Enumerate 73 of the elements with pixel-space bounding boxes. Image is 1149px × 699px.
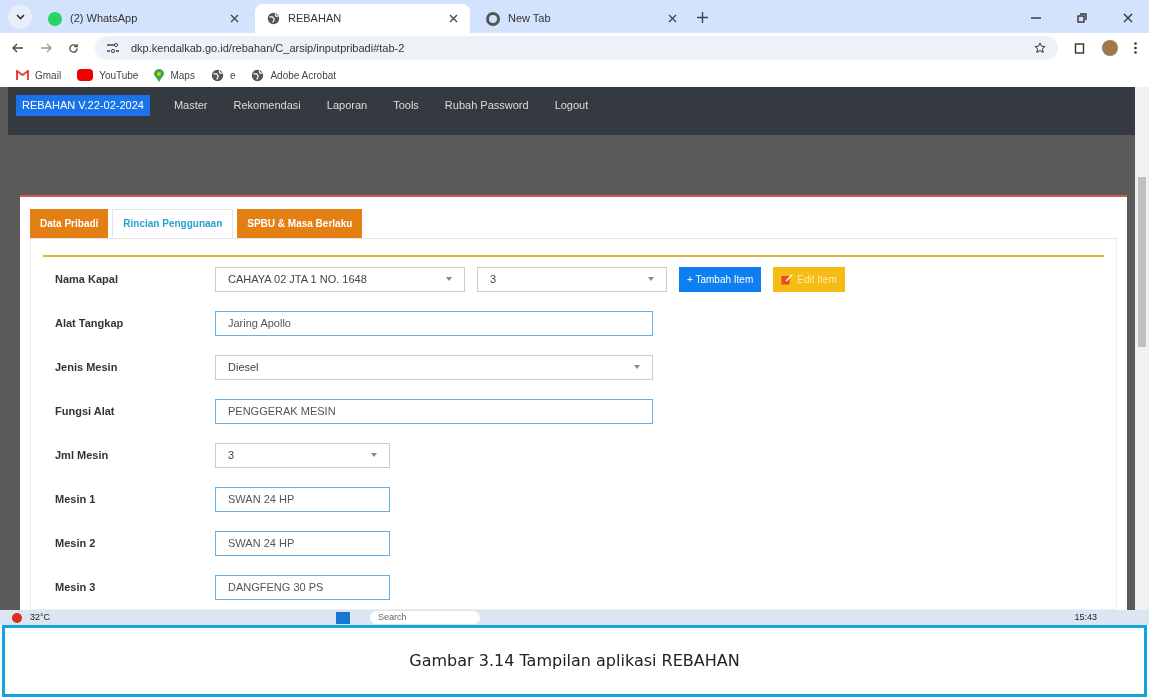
pin-icon — [154, 68, 165, 82]
chevron-icon — [15, 14, 25, 20]
avatar[interactable] — [1102, 40, 1118, 56]
bookmark-link[interactable]: Adobe Acrobat — [251, 67, 337, 83]
address-bar[interactable]: dkp.kendalkab.go.id/rebahan/C_arsip/inputpribadi#tab-2 — [95, 36, 1058, 60]
nav-link[interactable]: Laporan — [326, 95, 368, 116]
add-item-button[interactable]: + Tambah Item — [679, 266, 762, 292]
browser-tab[interactable]: New Tab — [474, 4, 689, 33]
select-field[interactable]: CAHAYA 02 JTA 1 NO. 1648 — [215, 266, 465, 292]
nav-link[interactable]: Tools — [393, 95, 419, 116]
browser-tab[interactable]: REBAHAN — [255, 4, 470, 33]
tune-icon — [107, 43, 119, 53]
bookmark-link[interactable]: e — [210, 67, 236, 83]
browser-icon — [486, 11, 500, 26]
url-text: dkp.kendalkab.go.id/rebahan/C_arsip/inputpribadi#tab-2 — [131, 40, 406, 56]
globe-icon — [251, 68, 265, 82]
dropdown-caret-icon — [371, 453, 377, 457]
field-label: Fungsi Alat — [54, 403, 116, 419]
field-label: Mesin 3 — [54, 579, 97, 595]
browser-tab[interactable]: (2) WhatsApp — [36, 4, 251, 33]
globe-icon — [210, 68, 224, 82]
clock-text: 15:43 — [1074, 613, 1097, 622]
nav-link[interactable]: Rekomendasi — [233, 95, 301, 116]
restore-icon[interactable] — [1077, 13, 1087, 23]
field-label: Nama Kapal — [54, 271, 119, 287]
tab-title: (2) WhatsApp — [70, 11, 139, 27]
search-field[interactable]: Search — [370, 611, 481, 624]
close-icon[interactable] — [449, 14, 458, 23]
nav-link[interactable]: Logout — [554, 95, 589, 116]
text-field[interactable]: SWAN 24 HP — [215, 530, 390, 556]
dropdown-caret-icon — [634, 365, 640, 369]
select-field[interactable]: 3 — [215, 442, 390, 468]
select-field[interactable]: 3 — [477, 266, 667, 292]
field-label: Jenis Mesin — [54, 359, 119, 375]
tab-title: New Tab — [508, 11, 552, 27]
edit-icon — [781, 273, 794, 285]
reload-icon[interactable] — [68, 42, 79, 54]
scrollbar[interactable] — [1135, 87, 1149, 610]
nav-link[interactable]: Rubah Password — [444, 95, 529, 116]
chat-icon — [48, 11, 62, 26]
more-vertical-icon[interactable] — [1134, 42, 1137, 54]
text-field[interactable]: DANGFENG 30 PS — [215, 574, 390, 600]
text-field[interactable]: SWAN 24 HP — [215, 486, 390, 512]
close-icon[interactable] — [1123, 13, 1133, 23]
dropdown-caret-icon — [648, 277, 654, 281]
close-icon[interactable] — [230, 14, 239, 23]
close-icon[interactable] — [668, 14, 677, 23]
warning-badge-icon — [12, 612, 22, 623]
weather-text: 32°C — [30, 613, 51, 622]
plus-icon[interactable] — [697, 12, 708, 23]
field-label: Mesin 2 — [54, 535, 97, 551]
text-field[interactable]: PENGGERAK MESIN — [215, 398, 653, 424]
forward-arrow-icon[interactable] — [40, 43, 52, 53]
select-field[interactable]: Diesel — [215, 354, 653, 380]
tab-list-button[interactable] — [8, 5, 32, 29]
back-arrow-icon[interactable] — [12, 43, 24, 53]
play-icon — [77, 69, 94, 81]
text-field[interactable]: Jaring Apollo — [215, 310, 653, 336]
start-icon[interactable] — [336, 611, 351, 624]
globe-icon — [267, 12, 280, 25]
field-label: Jml Mesin — [54, 447, 110, 463]
dropdown-caret-icon — [446, 277, 452, 281]
field-label: Alat Tangkap — [54, 315, 125, 331]
tab-title: REBAHAN — [288, 11, 343, 27]
nav-link[interactable]: Master — [173, 95, 208, 116]
figure-caption: Gambar 3.14 Tampilan aplikasi REBAHAN — [2, 625, 1147, 697]
bookmark-link[interactable]: YouTube — [77, 67, 139, 83]
field-label: Mesin 1 — [54, 491, 97, 507]
brand-label[interactable]: REBAHAN V.22-02-2024 — [16, 95, 150, 116]
star-icon[interactable] — [1034, 42, 1046, 54]
mail-icon — [16, 70, 29, 80]
bookmark-link[interactable]: Gmail — [16, 67, 62, 83]
bookmark-link[interactable]: Maps — [154, 67, 195, 83]
